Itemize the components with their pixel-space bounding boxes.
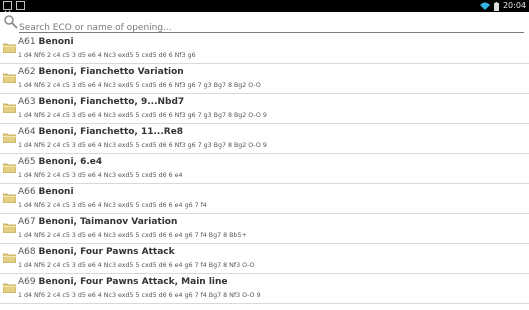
search-icon — [4, 15, 18, 29]
notification-gallery-icon — [16, 1, 25, 10]
opening-title: A65 Benoni, 6.e4 — [18, 157, 102, 167]
opening-list: A61 Benoni 1 d4 Nf6 2 c4 c5 3 d5 e6 4 Nc3… — [0, 34, 529, 304]
eco-code: A63 — [18, 97, 36, 107]
opening-row[interactable]: A69 Benoni, Four Pawns Attack, Main line… — [0, 274, 529, 304]
folder-icon — [2, 278, 17, 294]
opening-title: A63 Benoni, Fianchetto, 9...Nbd7 — [18, 97, 184, 107]
notification-app-icon — [3, 1, 12, 17]
eco-code: A68 — [18, 247, 36, 257]
folder-icon — [2, 248, 17, 264]
opening-title: A67 Benoni, Taimanov Variation — [18, 217, 177, 227]
opening-name: Benoni, Fianchetto Variation — [38, 67, 184, 77]
opening-name: Benoni, Four Pawns Attack, Main line — [38, 277, 228, 287]
search-field — [19, 15, 524, 36]
opening-name: Benoni — [38, 37, 74, 47]
eco-code: A65 — [18, 157, 36, 167]
clock: 20:04 — [502, 1, 526, 10]
system-icons: 20:04 — [479, 0, 526, 12]
opening-title: A62 Benoni, Fianchetto Variation — [18, 67, 184, 77]
opening-title: A61 Benoni — [18, 37, 74, 47]
search-bar — [0, 12, 529, 36]
folder-icon — [2, 218, 17, 234]
wifi-icon — [479, 2, 490, 10]
battery-icon — [493, 1, 499, 11]
folder-icon — [2, 128, 17, 144]
eco-code: A61 — [18, 37, 36, 47]
folder-icon — [2, 38, 17, 54]
opening-name: Benoni, Fianchetto, 11...Re8 — [38, 127, 184, 137]
opening-moves: 1 d4 Nf6 2 c4 c5 3 d5 e6 4 Nc3 exd5 5 cx… — [18, 112, 267, 119]
opening-name: Benoni, Four Pawns Attack — [38, 247, 175, 257]
opening-name: Benoni, 6.e4 — [38, 157, 103, 167]
eco-code: A69 — [18, 277, 36, 287]
opening-title: A66 Benoni — [18, 187, 74, 197]
folder-icon — [2, 68, 17, 84]
opening-row[interactable]: A67 Benoni, Taimanov Variation 1 d4 Nf6 2… — [0, 214, 529, 244]
status-bar: 20:04 — [0, 0, 529, 17]
opening-title: A68 Benoni, Four Pawns Attack — [18, 247, 175, 257]
opening-name: Benoni, Fianchetto, 9...Nbd7 — [38, 97, 185, 107]
opening-moves: 1 d4 Nf6 2 c4 c5 3 d5 e6 4 Nc3 exd5 5 cx… — [18, 262, 255, 269]
opening-row[interactable]: A63 Benoni, Fianchetto, 9...Nbd7 1 d4 Nf6… — [0, 94, 529, 124]
opening-name: Benoni, Taimanov Variation — [38, 217, 178, 227]
opening-row[interactable]: A65 Benoni, 6.e4 1 d4 Nf6 2 c4 c5 3 d5 e6… — [0, 154, 529, 184]
opening-row[interactable]: A64 Benoni, Fianchetto, 11...Re8 1 d4 Nf6… — [0, 124, 529, 154]
opening-row[interactable]: A66 Benoni 1 d4 Nf6 2 c4 c5 3 d5 e6 4 Nc3… — [0, 184, 529, 214]
folder-icon — [2, 188, 17, 204]
eco-code: A66 — [18, 187, 36, 197]
folder-icon — [2, 98, 17, 114]
opening-row[interactable]: A61 Benoni 1 d4 Nf6 2 c4 c5 3 d5 e6 4 Nc3… — [0, 34, 529, 64]
notification-icons — [3, 1, 25, 17]
opening-moves: 1 d4 Nf6 2 c4 c5 3 d5 e6 4 Nc3 exd5 5 cx… — [18, 202, 207, 209]
opening-moves: 1 d4 Nf6 2 c4 c5 3 d5 e6 4 Nc3 exd5 5 cx… — [18, 142, 267, 149]
opening-title: A64 Benoni, Fianchetto, 11...Re8 — [18, 127, 183, 137]
opening-moves: 1 d4 Nf6 2 c4 c5 3 d5 e6 4 Nc3 exd5 5 cx… — [18, 292, 261, 299]
opening-row[interactable]: A62 Benoni, Fianchetto Variation 1 d4 Nf6… — [0, 64, 529, 94]
opening-name: Benoni — [38, 187, 74, 197]
opening-moves: 1 d4 Nf6 2 c4 c5 3 d5 e6 4 Nc3 exd5 5 cx… — [18, 232, 247, 239]
eco-code: A67 — [18, 217, 36, 227]
eco-code: A64 — [18, 127, 36, 137]
opening-moves: 1 d4 Nf6 2 c4 c5 3 d5 e6 4 Nc3 exd5 5 cx… — [18, 52, 196, 59]
eco-code: A62 — [18, 67, 36, 77]
opening-moves: 1 d4 Nf6 2 c4 c5 3 d5 e6 4 Nc3 exd5 5 cx… — [18, 82, 261, 89]
folder-icon — [2, 158, 17, 174]
opening-title: A69 Benoni, Four Pawns Attack, Main line — [18, 277, 228, 287]
opening-moves: 1 d4 Nf6 2 c4 c5 3 d5 e6 4 Nc3 exd5 5 cx… — [18, 172, 183, 179]
opening-row[interactable]: A68 Benoni, Four Pawns Attack 1 d4 Nf6 2 … — [0, 244, 529, 274]
